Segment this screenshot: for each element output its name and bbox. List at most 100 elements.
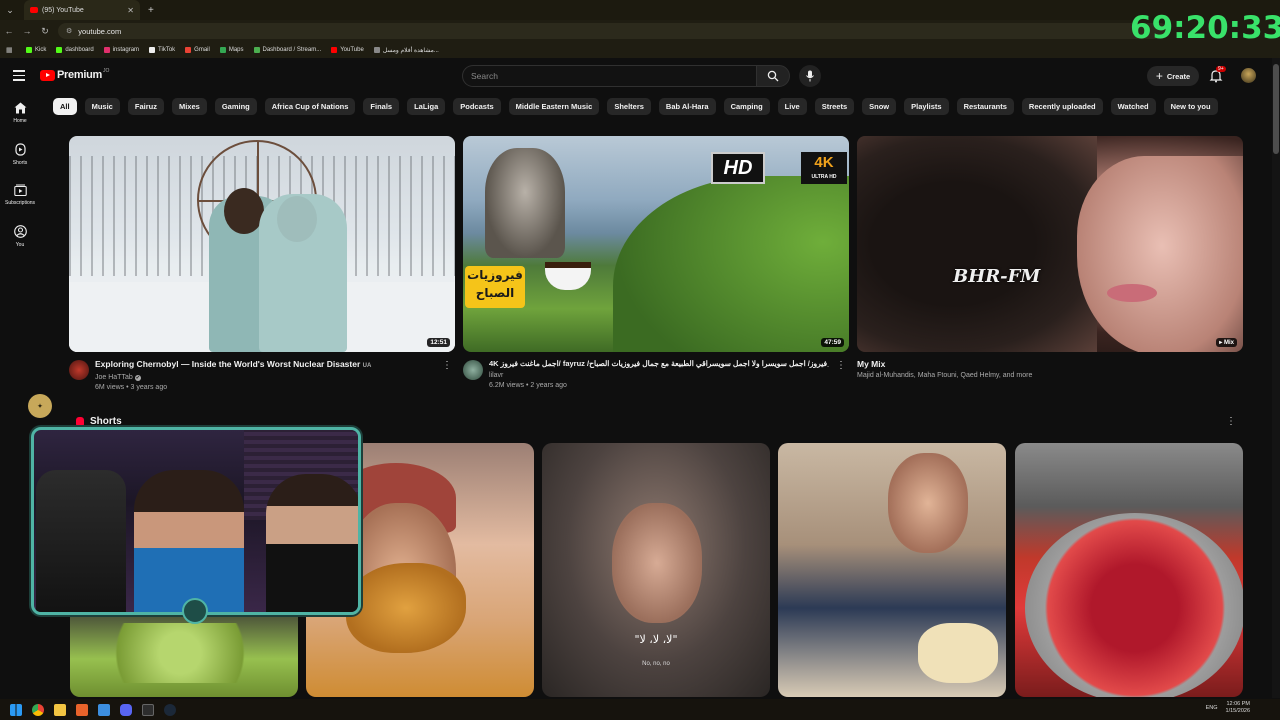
mix-thumbnail[interactable]: BHR-FM ▸ Mix	[857, 136, 1243, 352]
chip-bab-al-hara[interactable]: Bab Al-Hara	[658, 98, 716, 115]
tab-close-icon[interactable]: ✕	[127, 6, 134, 15]
chip-podcasts[interactable]: Podcasts	[453, 98, 501, 115]
browser-tab[interactable]: (95) YouTube ✕	[24, 0, 140, 20]
rail-item-subscriptions[interactable]: Subscriptions	[0, 178, 40, 219]
bookmark-tiktok[interactable]: TikTok	[149, 47, 175, 53]
video-thumbnail[interactable]: 12:51	[69, 136, 455, 352]
face	[888, 453, 968, 553]
new-tab-icon[interactable]: +	[148, 5, 154, 16]
address-bar[interactable]: ⚙ youtube.com	[58, 23, 1168, 39]
chip-playlists[interactable]: Playlists	[904, 98, 949, 115]
bookmark-dashboard-stream[interactable]: Dashboard / Stream...	[253, 47, 321, 53]
gaming-chair	[36, 470, 126, 612]
clock[interactable]: 12:06 PM 1/15/2026	[1226, 701, 1250, 715]
rail-label: Home	[13, 118, 27, 124]
bookmark-maps[interactable]: Maps	[219, 47, 244, 53]
search-input[interactable]: Search	[462, 65, 758, 87]
bookmark-instagram[interactable]: instagram	[103, 47, 139, 53]
movie-site-icon	[373, 47, 380, 53]
rail-item-you[interactable]: You	[0, 219, 40, 260]
create-button[interactable]: + Create	[1147, 66, 1199, 86]
chip-recently-uploaded[interactable]: Recently uploaded	[1021, 98, 1103, 115]
chip-camping[interactable]: Camping	[723, 98, 770, 115]
youtube-logo[interactable]: Premium JO	[40, 68, 109, 81]
mix-card[interactable]: BHR-FM ▸ Mix My Mix Majid al-Muhandis, M…	[857, 136, 1243, 379]
file-explorer-icon[interactable]	[54, 703, 66, 716]
fried-chicken	[346, 563, 466, 653]
chip-laliga[interactable]: LaLiga	[407, 98, 446, 115]
chip-new-to-you[interactable]: New to you	[1163, 98, 1218, 115]
chip-gaming[interactable]: Gaming	[214, 98, 257, 115]
bookmark-kick[interactable]: Kick	[26, 47, 46, 53]
tab-search-icon[interactable]: ⌄	[0, 0, 20, 20]
more-actions-icon[interactable]: ⋮	[442, 360, 452, 371]
video-duration: 12:51	[427, 338, 450, 347]
chip-snow[interactable]: Snow	[862, 98, 897, 115]
chip-middle-eastern-music[interactable]: Middle Eastern Music	[508, 98, 600, 115]
bookmark-gmail[interactable]: Gmail	[185, 47, 210, 53]
channel-avatar[interactable]	[69, 360, 89, 380]
short-caption-translation: No, no, no	[642, 661, 670, 667]
video-stats: 6.2M views • 2 years ago	[489, 382, 567, 389]
apps-grid-icon[interactable]: ▦	[6, 46, 14, 54]
chip-all[interactable]: All	[53, 98, 77, 115]
menu-icon[interactable]	[13, 70, 25, 81]
chip-live[interactable]: Live	[777, 98, 807, 115]
account-avatar[interactable]	[1241, 68, 1256, 83]
app-icon[interactable]	[98, 703, 110, 716]
site-info-icon[interactable]: ⚙	[66, 27, 72, 35]
short-card[interactable]	[778, 443, 1006, 697]
back-icon[interactable]: ←	[0, 26, 18, 36]
video-card[interactable]: فيروزيات الصباح HD 4K ULTRA HD 47:59 4K اج…	[463, 136, 849, 389]
bookmark-dashboard[interactable]: dashboard	[56, 47, 94, 53]
app-icon[interactable]	[76, 703, 88, 716]
channel-avatar[interactable]	[463, 360, 483, 380]
short-card[interactable]: "لا، لا، لا" No, no, no	[542, 443, 770, 697]
video-title[interactable]: Exploring Chernobyl — Inside the World's…	[95, 358, 371, 372]
mix-title[interactable]: My Mix	[857, 358, 1032, 370]
gmail-icon	[185, 47, 192, 53]
voice-search-button[interactable]	[799, 65, 821, 87]
discord-icon[interactable]	[120, 703, 132, 716]
mix-artists: Majid al-Muhandis, Maha Ftouni, Qaed Hel…	[857, 372, 1033, 379]
chip-shelters[interactable]: Shelters	[607, 98, 651, 115]
channel-name[interactable]: Joe HaTTab ✔	[95, 374, 371, 381]
search-placeholder: Search	[471, 71, 498, 81]
chip-fairuz[interactable]: Fairuz	[127, 98, 164, 115]
short-card[interactable]	[1015, 443, 1243, 697]
terminal-icon[interactable]	[142, 703, 154, 716]
stream-icon	[253, 47, 260, 53]
video-thumbnail[interactable]: فيروزيات الصباح HD 4K ULTRA HD 47:59	[463, 136, 849, 352]
streamer	[266, 474, 358, 612]
bookmark-label: TikTok	[158, 47, 176, 53]
video-card[interactable]: 12:51 Exploring Chernobyl — Inside the W…	[69, 136, 455, 391]
chip-restaurants[interactable]: Restaurants	[956, 98, 1014, 115]
forward-icon[interactable]: →	[18, 26, 36, 36]
chip-mixes[interactable]: Mixes	[171, 98, 207, 115]
bookmark-label: Gmail	[194, 47, 210, 53]
chip-watched[interactable]: Watched	[1110, 98, 1156, 115]
language-indicator[interactable]: ENG	[1206, 705, 1218, 711]
rail-item-shorts[interactable]: Shorts	[0, 137, 40, 178]
chip-finals[interactable]: Finals	[363, 98, 400, 115]
page-scrollbar[interactable]	[1272, 58, 1280, 698]
chip-streets[interactable]: Streets	[814, 98, 855, 115]
video-title[interactable]: 4K اجمل ماغنت فيروز/ fayruz /فيروز/ اجمل…	[489, 358, 829, 370]
steam-icon[interactable]	[164, 703, 176, 716]
youtube-favicon-icon	[30, 7, 38, 13]
scrollbar-thumb[interactable]	[1273, 64, 1279, 154]
bookmark-label: مشاهدة أفلام ومسل...	[382, 47, 439, 54]
search-button[interactable]	[756, 65, 790, 87]
reload-icon[interactable]: ↻	[36, 26, 54, 37]
more-actions-icon[interactable]: ⋮	[836, 360, 846, 371]
chip-music[interactable]: Music	[84, 98, 120, 115]
channel-name[interactable]: lilavr	[489, 372, 829, 379]
bookmark-label: YouTube	[340, 47, 364, 53]
bookmark-youtube[interactable]: YouTube	[331, 47, 364, 53]
more-actions-icon[interactable]: ⋮	[1226, 416, 1236, 427]
chrome-icon[interactable]	[32, 703, 44, 716]
bookmark-movies[interactable]: مشاهدة أفلام ومسل...	[373, 47, 439, 54]
rail-item-home[interactable]: Home	[0, 96, 40, 137]
chip-africa-cup[interactable]: Africa Cup of Nations	[264, 98, 356, 115]
windows-start-icon[interactable]	[10, 703, 22, 716]
